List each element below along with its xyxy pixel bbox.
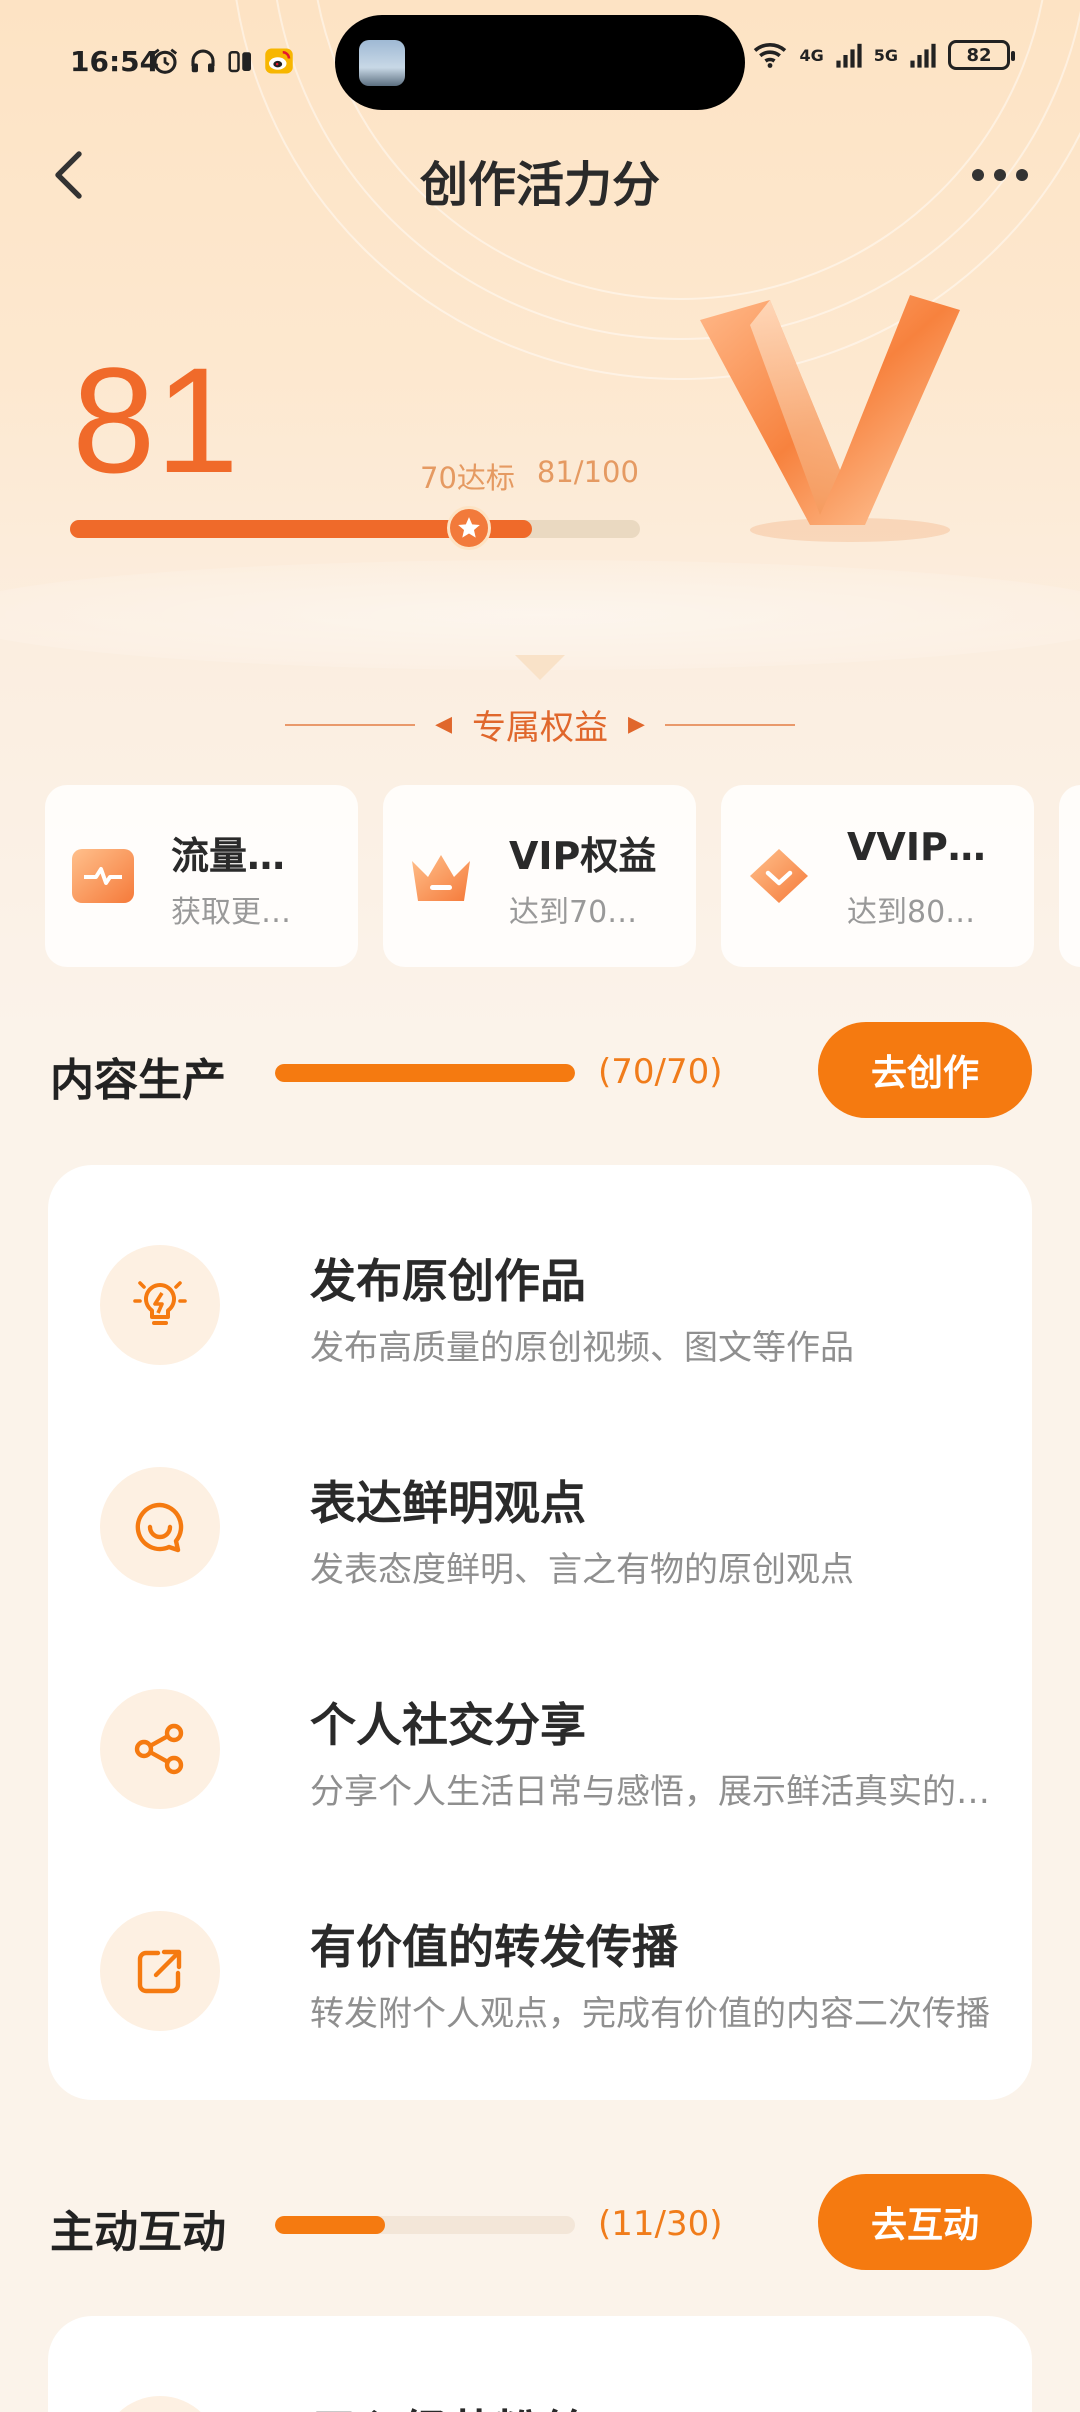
task-title: 表达鲜明观点 bbox=[310, 1476, 586, 1530]
benefit-subtitle: 获取更… bbox=[171, 895, 291, 930]
benefit-card-next[interactable] bbox=[1059, 785, 1080, 967]
status-bar: 16:54 4G 5G 82 bbox=[0, 0, 1080, 125]
task-item[interactable]: 用心经营粉丝 bbox=[100, 2386, 1000, 2412]
task-icon-wrap bbox=[100, 1911, 220, 2031]
dot-icon bbox=[972, 169, 984, 181]
score-value: 81 bbox=[72, 336, 239, 504]
task-icon-wrap bbox=[100, 1689, 220, 1809]
benefit-card-vip[interactable]: VIP权益 达到70… bbox=[383, 785, 696, 967]
triangle-left-icon: ◀ bbox=[435, 712, 452, 737]
go-interact-button[interactable]: 去互动 bbox=[818, 2174, 1032, 2270]
task-title: 用心经营粉丝 bbox=[310, 2396, 586, 2412]
dot-icon bbox=[1016, 169, 1028, 181]
divider-line bbox=[285, 723, 416, 726]
benefits-header: ◀ 专属权益 ▶ bbox=[0, 700, 1080, 749]
task-subtitle: 发表态度鲜明、言之有物的原创观点 bbox=[310, 1550, 854, 1590]
divider-line bbox=[664, 723, 795, 726]
battery-indicator: 82 bbox=[948, 40, 1015, 70]
task-title: 有价值的转发传播 bbox=[310, 1920, 678, 1974]
headphones-icon bbox=[191, 49, 215, 73]
benefit-title: VVIP… bbox=[847, 825, 986, 869]
task-subtitle: 转发附个人观点，完成有价值的内容二次传播 bbox=[310, 1994, 990, 2034]
task-item[interactable]: 表达鲜明观点 发表态度鲜明、言之有物的原创观点 bbox=[100, 1457, 1000, 1597]
section-progress-fill bbox=[275, 1064, 575, 1082]
task-item[interactable]: 有价值的转发传播 转发附个人观点，完成有价值的内容二次传播 bbox=[100, 1901, 1000, 2041]
task-icon-wrap bbox=[100, 1245, 220, 1365]
task-title: 发布原创作品 bbox=[310, 1254, 586, 1308]
section-progress-bar bbox=[275, 2216, 575, 2234]
threshold-label: 70达标 bbox=[420, 461, 515, 495]
task-subtitle: 分享个人生活日常与感悟，展示鲜活真实的… bbox=[310, 1772, 990, 1812]
v-badge-icon bbox=[700, 295, 960, 542]
score-progress-label: 81/100 bbox=[536, 455, 639, 489]
score-progress-bar bbox=[70, 506, 640, 550]
status-time: 16:54 bbox=[70, 45, 160, 78]
signal-icon bbox=[836, 43, 862, 68]
bulb-icon bbox=[133, 1281, 187, 1325]
network-5g-label: 5G bbox=[873, 45, 898, 65]
status-left-icons bbox=[150, 46, 294, 76]
wifi-icon bbox=[754, 43, 787, 68]
star-marker-icon bbox=[447, 506, 491, 550]
benefit-card-vvip[interactable]: VVIP… 达到80… bbox=[721, 785, 1034, 967]
signal-icon-2 bbox=[910, 43, 936, 68]
section-header-interaction: 主动互动 (11/30) 去互动 bbox=[0, 2174, 1080, 2274]
benefit-subtitle: 达到80… bbox=[847, 895, 976, 930]
alarm-icon bbox=[152, 48, 178, 74]
smile-chat-icon bbox=[135, 1502, 184, 1553]
forward-icon bbox=[137, 1949, 182, 1994]
task-item[interactable]: 发布原创作品 发布高质量的原创视频、图文等作品 bbox=[100, 1235, 1000, 1375]
status-right-icons: 4G 5G 82 bbox=[751, 40, 1015, 70]
score-meta: 70达标 81/100 bbox=[420, 455, 639, 497]
share-icon bbox=[134, 1723, 184, 1775]
benefit-card-traffic[interactable]: 流量… 获取更… bbox=[45, 785, 358, 967]
earbuds-battery-icon bbox=[228, 51, 251, 73]
weibo-icon bbox=[265, 48, 293, 74]
benefit-subtitle: 达到70… bbox=[509, 895, 638, 930]
network-4g-label: 4G bbox=[799, 45, 824, 65]
media-thumbnail bbox=[359, 40, 405, 86]
task-icon-wrap bbox=[100, 1467, 220, 1587]
section-title: 内容生产 bbox=[50, 1055, 226, 1106]
task-item[interactable]: 个人社交分享 分享个人生活日常与感悟，展示鲜活真实的… bbox=[100, 1679, 1000, 1819]
section-count: (11/30) bbox=[598, 2204, 723, 2244]
task-subtitle: 发布高质量的原创视频、图文等作品 bbox=[310, 1328, 854, 1368]
battery-level: 82 bbox=[966, 44, 992, 66]
page-title: 创作活力分 bbox=[419, 157, 660, 213]
section-header-content: 内容生产 (70/70) 去创作 bbox=[0, 1022, 1080, 1122]
crown-icon bbox=[412, 855, 470, 901]
go-create-button[interactable]: 去创作 bbox=[818, 1022, 1032, 1118]
more-options-button[interactable] bbox=[960, 150, 1040, 200]
benefit-title: VIP权益 bbox=[509, 834, 657, 878]
content-task-card: 发布原创作品 发布高质量的原创视频、图文等作品 表达鲜明观点 发表态度鲜明、言之… bbox=[48, 1165, 1032, 2100]
triangle-right-icon: ▶ bbox=[628, 712, 645, 737]
section-title: 主动互动 bbox=[50, 2207, 226, 2258]
traffic-pulse-icon bbox=[72, 849, 134, 903]
benefit-title: 流量… bbox=[171, 834, 286, 878]
section-progress-bar bbox=[275, 1064, 575, 1082]
task-icon-wrap bbox=[100, 2396, 220, 2412]
dynamic-island bbox=[335, 15, 745, 110]
section-count: (70/70) bbox=[598, 1052, 723, 1092]
section-progress-fill bbox=[275, 2216, 385, 2234]
benefit-cards-scroller[interactable]: 流量… 获取更… VIP权益 达到70… VVIP… 达到80… bbox=[45, 785, 1080, 967]
diamond-icon bbox=[750, 849, 808, 903]
benefits-title: 专属权益 bbox=[472, 708, 608, 748]
interaction-task-card: 用心经营粉丝 bbox=[48, 2316, 1032, 2412]
task-title: 个人社交分享 bbox=[310, 1698, 586, 1752]
dot-icon bbox=[994, 169, 1006, 181]
